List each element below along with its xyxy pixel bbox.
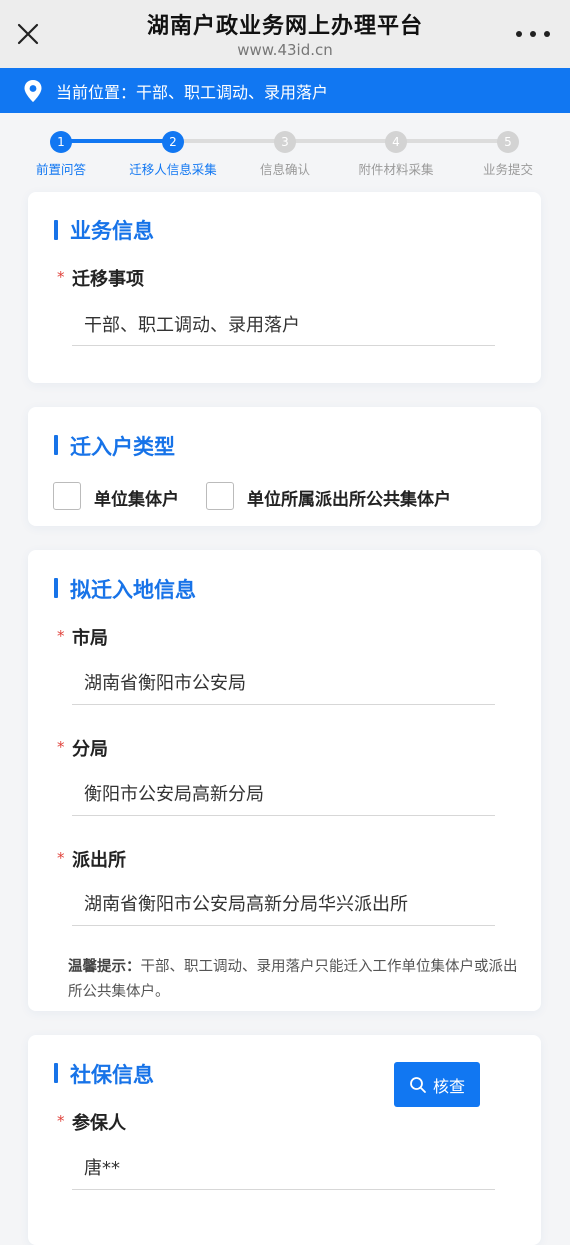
field-underline <box>72 815 495 816</box>
destination-info-card: 拟迁入地信息 * 市局 湖南省衡阳市公安局 * 分局 衡阳市公安局高新分局 * … <box>28 550 541 1011</box>
progress-steps: 1 前置问答 2 迁移人信息采集 3 信息确认 4 附件材料采集 5 业务提交 <box>0 113 570 188</box>
police-collective-checkbox[interactable] <box>206 482 234 510</box>
location-pin-icon <box>22 79 44 103</box>
step-connector <box>62 139 173 143</box>
search-icon <box>410 1076 426 1093</box>
unit-collective-checkbox[interactable] <box>53 482 81 510</box>
step-2-circle: 2 <box>162 131 184 153</box>
step-3-label: 信息确认 <box>259 162 310 177</box>
branch-bureau-field[interactable]: 衡阳市公安局高新分局 <box>84 780 264 806</box>
location-label: 当前位置： <box>56 83 137 102</box>
step-3-circle: 3 <box>274 131 296 153</box>
step-4-label: 附件材料采集 <box>358 162 434 177</box>
section-marker <box>54 578 58 598</box>
migration-item-field[interactable]: 干部、职工调动、录用落户 <box>84 311 300 337</box>
step-4-circle: 4 <box>385 131 407 153</box>
social-insurance-card: 社保信息 核查 * 参保人 唐** <box>28 1035 541 1245</box>
section-title: 业务信息 <box>70 219 154 243</box>
police-station-field[interactable]: 湖南省衡阳市公安局高新分局华兴派出所 <box>84 890 408 916</box>
verify-button-label: 核查 <box>432 1076 465 1096</box>
city-bureau-field[interactable]: 湖南省衡阳市公安局 <box>84 669 246 695</box>
checkbox-label: 单位集体户 <box>94 490 179 510</box>
step-5-label: 业务提交 <box>482 162 533 177</box>
section-title: 拟迁入地信息 <box>70 578 196 602</box>
step-1-circle: 1 <box>50 131 72 153</box>
page-title: 湖南户政业务网上办理平台 <box>146 14 423 39</box>
field-underline <box>72 704 495 705</box>
step-5-circle: 5 <box>497 131 519 153</box>
section-title: 社保信息 <box>70 1063 154 1087</box>
location-path: 干部、职工调动、录用落户 <box>136 83 329 102</box>
field-underline <box>72 1189 495 1190</box>
section-marker <box>54 435 58 455</box>
more-options-icon[interactable] <box>516 22 550 46</box>
required-marker: * <box>57 1112 65 1130</box>
field-label: 分局 <box>72 739 108 760</box>
field-underline <box>72 345 495 346</box>
field-label: 派出所 <box>72 850 126 871</box>
tip-label: 温馨提示： <box>68 959 141 975</box>
insured-person-field[interactable]: 唐** <box>84 1154 120 1180</box>
location-breadcrumb: 当前位置：干部、职工调动、录用落户 <box>56 79 328 103</box>
verify-button[interactable]: 核查 <box>394 1062 480 1107</box>
checkbox-label: 单位所属派出所公共集体户 <box>247 490 451 510</box>
step-2-label: 迁移人信息采集 <box>129 162 217 177</box>
required-marker: * <box>57 849 65 867</box>
business-info-card: 业务信息 * 迁移事项 干部、职工调动、录用落户 <box>28 192 541 383</box>
title-bar: 湖南户政业务网上办理平台 www.43id.cn <box>0 0 570 68</box>
household-type-card: 迁入户类型 单位集体户 单位所属派出所公共集体户 <box>28 407 541 526</box>
field-label: 迁移事项 <box>72 269 144 290</box>
location-bar: 当前位置：干部、职工调动、录用落户 <box>0 68 570 113</box>
field-label: 市局 <box>72 628 108 649</box>
required-marker: * <box>57 268 65 286</box>
step-connector <box>173 139 508 143</box>
section-marker <box>54 1063 58 1083</box>
field-label: 参保人 <box>72 1113 126 1134</box>
page-url: www.43id.cn <box>237 41 333 59</box>
required-marker: * <box>57 738 65 756</box>
section-title: 迁入户类型 <box>70 435 175 459</box>
step-1-label: 前置问答 <box>35 162 86 177</box>
field-underline <box>72 925 495 926</box>
section-marker <box>54 220 58 240</box>
tip-note: 温馨提示：干部、职工调动、录用落户只能迁入工作单位集体户或派出所公共集体户。 <box>68 955 520 1005</box>
required-marker: * <box>57 627 65 645</box>
